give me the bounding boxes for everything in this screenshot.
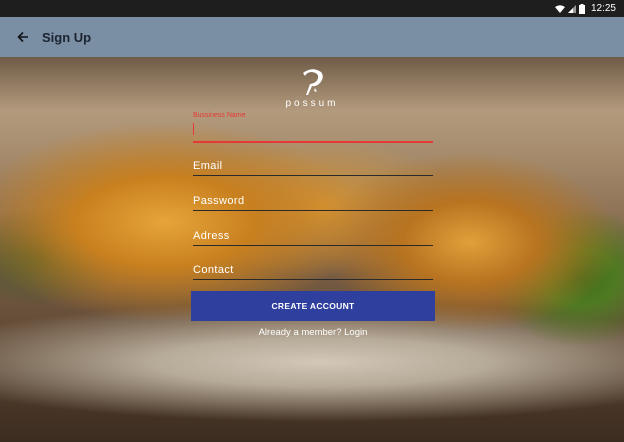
business-name-underline xyxy=(193,141,433,143)
app-toolbar: Sign Up xyxy=(0,17,624,57)
address-underline xyxy=(193,245,433,246)
contact-underline xyxy=(193,279,433,280)
email-underline xyxy=(193,175,433,176)
create-account-button[interactable]: CREATE ACCOUNT xyxy=(191,291,435,321)
battery-icon xyxy=(578,3,585,14)
address-placeholder: Adress xyxy=(193,230,230,242)
possum-logo: possum xyxy=(280,66,344,114)
back-arrow-icon[interactable] xyxy=(14,28,32,46)
possum-logo-icon xyxy=(303,69,323,95)
password-underline xyxy=(193,210,433,211)
page-title: Sign Up xyxy=(42,29,92,45)
status-bar: 12:25 xyxy=(0,0,624,17)
email-placeholder: Email xyxy=(193,160,223,172)
contact-field[interactable]: Contact xyxy=(193,262,433,280)
login-link[interactable]: Already a member? Login xyxy=(191,327,435,338)
password-field[interactable]: Password xyxy=(193,193,433,211)
password-placeholder: Password xyxy=(193,195,245,207)
business-name-label: Bussiness Name xyxy=(193,112,246,119)
logo-wordmark: possum xyxy=(285,98,339,109)
text-cursor xyxy=(193,123,194,135)
signal-icon xyxy=(567,4,576,13)
email-field[interactable]: Email xyxy=(193,158,433,176)
address-field[interactable]: Adress xyxy=(193,228,433,246)
business-name-field[interactable]: Bussiness Name xyxy=(193,112,433,143)
status-icons xyxy=(554,3,585,14)
wifi-icon xyxy=(554,4,565,13)
status-time: 12:25 xyxy=(590,3,616,14)
contact-placeholder: Contact xyxy=(193,264,234,276)
